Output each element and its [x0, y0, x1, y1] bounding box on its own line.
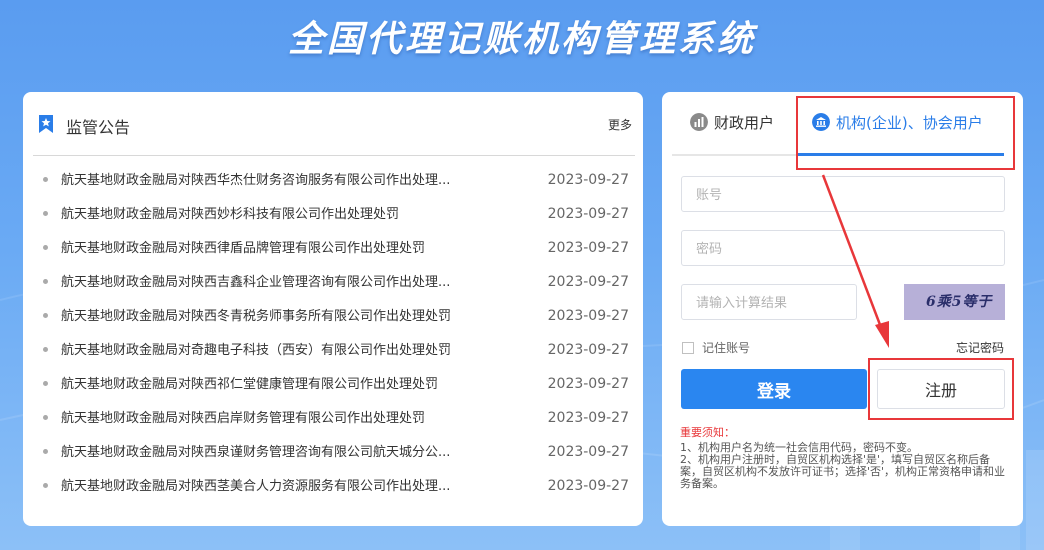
bullet-icon [43, 177, 48, 182]
notice-item[interactable]: 航天基地财政金融局对陕西启岸财务管理有限公司作出处理处罚 2023-09-27 [37, 407, 637, 441]
notice-item[interactable]: 航天基地财政金融局对陕西妙杉科技有限公司作出处理处罚 2023-09-27 [37, 203, 637, 237]
bullet-icon [43, 279, 48, 284]
highlight-box-register [868, 358, 1014, 420]
bullet-icon [43, 313, 48, 318]
notice-item-date: 2023-09-27 [547, 342, 629, 358]
more-link[interactable]: 更多 [608, 116, 632, 133]
notice-item-text[interactable]: 航天基地财政金融局对陕西冬青税务师事务所有限公司作出处理处罚 [61, 305, 501, 324]
notice-item-date: 2023-09-27 [547, 240, 629, 256]
notice-item[interactable]: 航天基地财政金融局对陕西祁仁堂健康管理有限公司作出处理处罚 2023-09-27 [37, 373, 637, 407]
notice-item-text[interactable]: 航天基地财政金融局对陕西泉谨财务管理咨询有限公司航天城分公... [61, 441, 501, 460]
notice-item-text[interactable]: 航天基地财政金融局对陕西启岸财务管理有限公司作出处理处罚 [61, 407, 501, 426]
notice-item-text[interactable]: 航天基地财政金融局对奇趣电子科技（西安）有限公司作出处理处罚 [61, 339, 501, 358]
notice-item[interactable]: 航天基地财政金融局对奇趣电子科技（西安）有限公司作出处理处罚 2023-09-27 [37, 339, 637, 373]
notice-item-date: 2023-09-27 [547, 206, 629, 222]
bullet-icon [43, 211, 48, 216]
bullet-icon [43, 449, 48, 454]
bullet-icon [43, 381, 48, 386]
tab-finance-user[interactable]: 财政用户 [690, 112, 774, 136]
notice-item-text[interactable]: 航天基地财政金融局对陕西祁仁堂健康管理有限公司作出处理处罚 [61, 373, 501, 392]
notice-item-date: 2023-09-27 [547, 172, 629, 188]
password-input[interactable] [681, 230, 1005, 266]
notice-item-text[interactable]: 航天基地财政金融局对陕西律盾品牌管理有限公司作出处理处罚 [61, 237, 501, 256]
notice-item-date: 2023-09-27 [547, 444, 629, 460]
notice-item-date: 2023-09-27 [547, 308, 629, 324]
notice-item-text[interactable]: 航天基地财政金融局对陕西妙杉科技有限公司作出处理处罚 [61, 203, 501, 222]
bookmark-icon [39, 115, 53, 133]
notice-item[interactable]: 航天基地财政金融局对陕西律盾品牌管理有限公司作出处理处罚 2023-09-27 [37, 237, 637, 271]
notice-item[interactable]: 航天基地财政金融局对陕西华杰仕财务咨询服务有限公司作出处理... 2023-09-… [37, 169, 637, 203]
notice-item-date: 2023-09-27 [547, 376, 629, 392]
remember-label: 记住账号 [702, 341, 751, 355]
bullet-icon [43, 347, 48, 352]
notice-item[interactable]: 航天基地财政金融局对陕西茎美合人力资源服务有限公司作出处理... 2023-09-… [37, 475, 637, 509]
notice-item-text[interactable]: 航天基地财政金融局对陕西华杰仕财务咨询服务有限公司作出处理... [61, 169, 501, 188]
captcha-image[interactable]: 6乘5等于 [904, 284, 1005, 320]
notice-panel: 监管公告 更多 航天基地财政金融局对陕西华杰仕财务咨询服务有限公司作出处理...… [23, 92, 643, 526]
remember-account[interactable]: 记住账号 [682, 339, 750, 356]
captcha-input[interactable] [681, 284, 857, 320]
forgot-password-link[interactable]: 忘记密码 [956, 339, 1004, 356]
notice-item[interactable]: 航天基地财政金融局对陕西冬青税务师事务所有限公司作出处理处罚 2023-09-27 [37, 305, 637, 339]
tab-finance-label: 财政用户 [714, 114, 775, 132]
finance-user-icon [690, 113, 708, 131]
notice-item-date: 2023-09-27 [547, 478, 629, 494]
notice-item-text[interactable]: 航天基地财政金融局对陕西吉鑫科企业管理咨询有限公司作出处理... [61, 271, 501, 290]
notice-title: 监管公告 [66, 118, 131, 137]
notice-list: 航天基地财政金融局对陕西华杰仕财务咨询服务有限公司作出处理... 2023-09-… [37, 169, 637, 509]
notes-line: 2、机构用户注册时，自贸区机构选择'是'，填写自贸区名称后备案，自贸区机构不发放… [680, 453, 1006, 490]
notice-item[interactable]: 航天基地财政金融局对陕西泉谨财务管理咨询有限公司航天城分公... 2023-09-… [37, 441, 637, 475]
account-input[interactable] [681, 176, 1005, 212]
remember-checkbox[interactable] [682, 342, 694, 354]
notes: 重要须知： 1、机构用户名为统一社会信用代码，密码不变。 2、机构用户注册时，自… [680, 427, 1008, 490]
bullet-icon [43, 415, 48, 420]
bullet-icon [43, 483, 48, 488]
notice-item-text[interactable]: 航天基地财政金融局对陕西茎美合人力资源服务有限公司作出处理... [61, 475, 501, 494]
notice-item-date: 2023-09-27 [547, 274, 629, 290]
notice-header: 监管公告 更多 [33, 92, 635, 156]
notes-heading: 重要须知： [680, 426, 735, 439]
highlight-box-org-tab [796, 96, 1015, 170]
page-title: 全国代理记账机构管理系统 [287, 19, 756, 60]
login-button[interactable]: 登录 [681, 369, 867, 409]
notice-item-date: 2023-09-27 [547, 410, 629, 426]
notice-item[interactable]: 航天基地财政金融局对陕西吉鑫科企业管理咨询有限公司作出处理... 2023-09-… [37, 271, 637, 305]
bullet-icon [43, 245, 48, 250]
